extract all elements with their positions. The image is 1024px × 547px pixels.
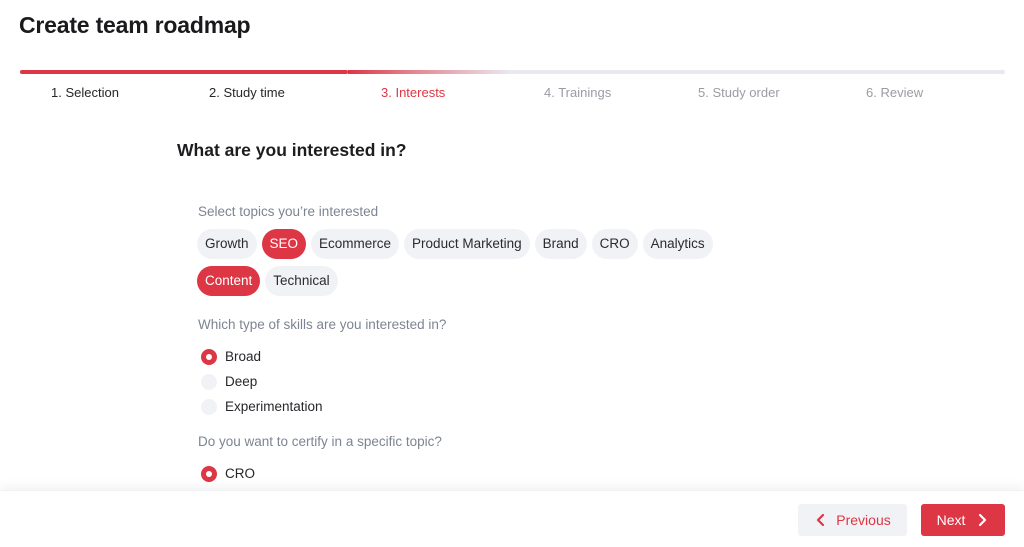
section-title: What are you interested in?: [177, 140, 407, 160]
step-selection[interactable]: 1. Selection: [51, 85, 119, 100]
previous-button[interactable]: Previous: [798, 504, 907, 536]
topic-chip-ecommerce[interactable]: Ecommerce: [311, 229, 400, 259]
progress-stepper: 1. Selection 2. Study time 3. Interests …: [20, 70, 1005, 104]
step-review[interactable]: 6. Review: [866, 85, 923, 100]
certify-option-cro[interactable]: CRO: [201, 461, 255, 486]
step-study-time[interactable]: 2. Study time: [209, 85, 285, 100]
radio-checked-icon[interactable]: [201, 348, 217, 365]
certify-label: Do you want to certify in a specific top…: [198, 434, 442, 449]
topic-chip-analytics[interactable]: Analytics: [642, 229, 713, 259]
step-trainings[interactable]: 4. Trainings: [544, 85, 611, 100]
topic-chip-brand[interactable]: Brand: [534, 229, 587, 259]
page-title: Create team roadmap: [19, 12, 251, 38]
certify-radio-group: CRO: [201, 461, 255, 486]
radio-unchecked-icon[interactable]: [201, 398, 217, 415]
topic-chip-growth[interactable]: Growth: [197, 229, 257, 259]
chevron-right-icon: [979, 513, 987, 527]
interests-form: What are you interested in? Select topic…: [177, 140, 877, 482]
radio-checked-icon[interactable]: [201, 465, 217, 482]
skills-option-deep[interactable]: Deep: [201, 369, 323, 394]
step-interests[interactable]: 3. Interests: [381, 85, 445, 100]
topics-label: Select topics you’re interested: [198, 204, 379, 219]
radio-unchecked-icon[interactable]: [201, 373, 217, 390]
next-button[interactable]: Next: [921, 504, 1005, 536]
skills-option-broad[interactable]: Broad: [201, 344, 323, 369]
topic-chip-technical[interactable]: Technical: [265, 266, 338, 296]
topic-chip-product-marketing[interactable]: Product Marketing: [404, 229, 530, 259]
next-label: Next: [936, 512, 966, 528]
step-study-order[interactable]: 5. Study order: [698, 85, 780, 100]
radio-label: Deep: [225, 374, 258, 389]
topic-chips: Growth SEO Ecommerce Product Marketing B…: [197, 229, 757, 296]
chevron-left-icon: [817, 513, 825, 527]
topic-chip-content[interactable]: Content: [197, 266, 261, 296]
radio-label: Broad: [225, 349, 262, 364]
radio-label: Experimentation: [225, 399, 323, 414]
previous-label: Previous: [836, 512, 891, 528]
footer-bar: Previous Next: [0, 490, 1024, 547]
skills-option-experimentation[interactable]: Experimentation: [201, 394, 323, 419]
skills-label: Which type of skills are you interested …: [198, 317, 447, 332]
radio-label: CRO: [225, 466, 255, 481]
topic-chip-seo[interactable]: SEO: [261, 229, 307, 259]
skills-radio-group: Broad Deep Experimentation: [201, 344, 323, 419]
topic-chip-cro[interactable]: CRO: [591, 229, 638, 259]
